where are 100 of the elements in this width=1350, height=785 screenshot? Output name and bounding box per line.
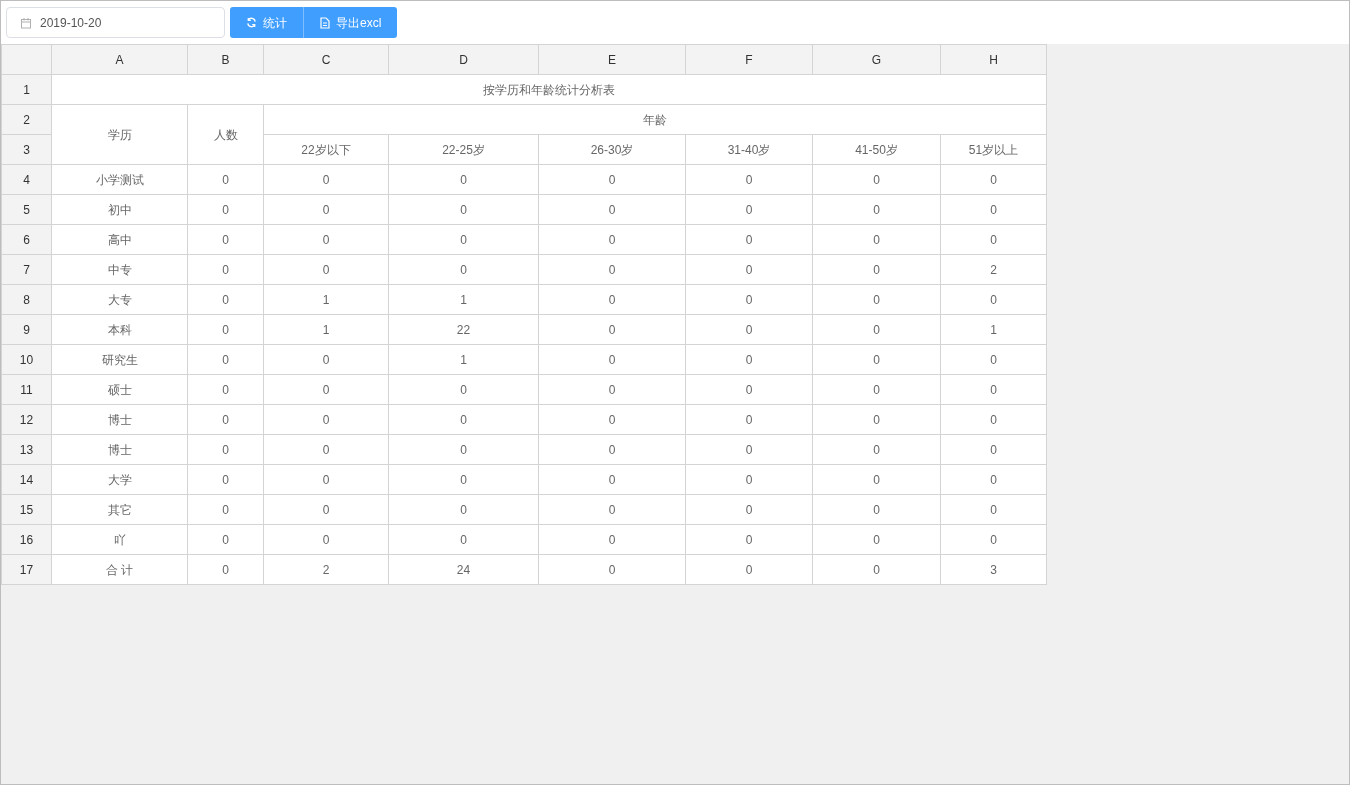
table-cell: 0: [538, 374, 686, 405]
table-cell: 0: [263, 524, 389, 555]
table-cell: 0: [940, 404, 1047, 435]
table-cell: 0: [940, 464, 1047, 495]
column-header: G: [812, 44, 941, 75]
table-cell: 0: [940, 344, 1047, 375]
table-cell: 0: [187, 284, 264, 315]
table-cell: 0: [538, 554, 686, 585]
row-number: 5: [1, 194, 52, 225]
table-cell: 0: [940, 434, 1047, 465]
table-cell: 0: [685, 554, 813, 585]
table-cell: 0: [187, 194, 264, 225]
table-cell: 0: [538, 524, 686, 555]
table-cell: 研究生: [51, 344, 188, 375]
table-cell: 0: [263, 224, 389, 255]
table-cell: 31-40岁: [685, 134, 813, 165]
table-cell: 0: [685, 164, 813, 195]
document-icon: [320, 16, 330, 29]
table-cell: 0: [685, 254, 813, 285]
table-cell: 0: [940, 224, 1047, 255]
table-cell: 0: [187, 344, 264, 375]
table-cell: 0: [685, 314, 813, 345]
table-cell: 0: [263, 494, 389, 525]
table-cell: 0: [812, 434, 941, 465]
row-number: 13: [1, 434, 52, 465]
table-cell: 其它: [51, 494, 188, 525]
column-header: H: [940, 44, 1047, 75]
table-cell: 0: [538, 494, 686, 525]
table-cell: 0: [685, 284, 813, 315]
table-cell: 0: [388, 224, 539, 255]
table-cell: 0: [940, 194, 1047, 225]
row-number: 8: [1, 284, 52, 315]
table-cell: 0: [263, 254, 389, 285]
table-cell: 0: [187, 404, 264, 435]
row-number: 3: [1, 134, 52, 165]
row-number: 16: [1, 524, 52, 555]
table-cell: 1: [263, 284, 389, 315]
table-cell: 小学测试: [51, 164, 188, 195]
table-cell: 初中: [51, 194, 188, 225]
export-button[interactable]: 导出excl: [303, 7, 398, 38]
date-value: 2019-10-20: [40, 14, 102, 32]
table-cell: 0: [940, 164, 1047, 195]
table-cell: 0: [187, 464, 264, 495]
table-cell: 1: [263, 314, 389, 345]
table-cell: 0: [685, 464, 813, 495]
table-cell: 博士: [51, 434, 188, 465]
table-cell: 2: [940, 254, 1047, 285]
table-cell: 0: [538, 464, 686, 495]
table-cell: 0: [685, 374, 813, 405]
table-cell: 0: [812, 554, 941, 585]
table-cell: 0: [538, 194, 686, 225]
table-cell: 26-30岁: [538, 134, 686, 165]
table-cell: 0: [685, 524, 813, 555]
table-cell: 0: [812, 464, 941, 495]
table-cell: 合 计: [51, 554, 188, 585]
table-cell: 0: [685, 404, 813, 435]
table-cell: 硕士: [51, 374, 188, 405]
column-header: F: [685, 44, 813, 75]
table-cell: 0: [187, 314, 264, 345]
refresh-button[interactable]: 统计: [230, 7, 303, 38]
table-cell: 0: [538, 404, 686, 435]
table-cell: 0: [812, 164, 941, 195]
table-cell: 0: [388, 374, 539, 405]
table-cell: 吖: [51, 524, 188, 555]
table-cell: 人数: [187, 104, 264, 165]
row-number: 14: [1, 464, 52, 495]
table-cell: 0: [812, 404, 941, 435]
calendar-icon: [20, 16, 32, 29]
table-cell: 0: [685, 194, 813, 225]
table-cell: 0: [388, 404, 539, 435]
table-cell: 0: [812, 374, 941, 405]
table-cell: 0: [812, 284, 941, 315]
table-cell: 大专: [51, 284, 188, 315]
table-cell: 0: [538, 224, 686, 255]
table-cell: 0: [940, 494, 1047, 525]
table-cell: 0: [263, 344, 389, 375]
table-cell: 中专: [51, 254, 188, 285]
table-cell: 0: [812, 314, 941, 345]
table-cell: 0: [940, 284, 1047, 315]
table-cell: 0: [685, 224, 813, 255]
table-cell: 0: [388, 494, 539, 525]
table-cell: 0: [812, 194, 941, 225]
row-number: 4: [1, 164, 52, 195]
table-cell: 0: [263, 464, 389, 495]
table-cell: 0: [388, 194, 539, 225]
table-cell: 0: [263, 374, 389, 405]
table-cell: 0: [187, 524, 264, 555]
table-cell: 0: [187, 224, 264, 255]
table-cell: 0: [388, 254, 539, 285]
table-cell: 0: [685, 434, 813, 465]
refresh-icon: [246, 17, 257, 28]
table-cell: 0: [263, 404, 389, 435]
table-cell: 0: [187, 254, 264, 285]
table-cell: 0: [538, 164, 686, 195]
date-field[interactable]: 2019-10-20: [6, 7, 225, 38]
table-cell: 51岁以上: [940, 134, 1047, 165]
table-cell: 博士: [51, 404, 188, 435]
table-cell: 0: [685, 494, 813, 525]
table-cell: 0: [812, 494, 941, 525]
table-cell: 0: [812, 254, 941, 285]
